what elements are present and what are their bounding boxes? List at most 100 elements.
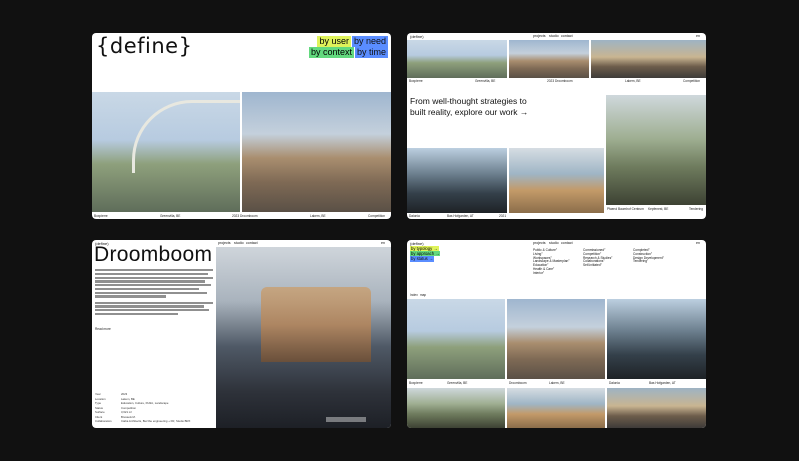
read-more-link[interactable]: Read more	[95, 327, 111, 331]
meta-key: Collaborators	[95, 419, 112, 423]
project-description	[95, 269, 213, 317]
tag-by-time[interactable]: by time	[354, 47, 388, 58]
project-image-boxpierre[interactable]	[407, 299, 505, 379]
text-line	[95, 276, 213, 279]
typology-filter-list: Public & Culture° Living° Workspaces° La…	[533, 248, 570, 276]
filter-option[interactable]: Interior°	[533, 271, 570, 276]
caption-project: Boxpierre	[409, 381, 423, 385]
meta-key: Type	[95, 401, 102, 405]
meta-value: Competition	[121, 405, 136, 410]
projects-index-panel: (define) projects studio contact en by t…	[407, 240, 706, 428]
caption-location: Greenvilla, BE	[160, 214, 181, 218]
nav-projects[interactable]: projects	[533, 241, 546, 245]
define-logo[interactable]: {define}	[96, 34, 192, 58]
meta-value: Brussels M.	[121, 414, 136, 419]
meta-row: Collaborators Ciaba Architects, Buzzbe en…	[95, 419, 213, 424]
text-line	[95, 287, 199, 291]
text-line	[95, 284, 211, 287]
nav-studio[interactable]: studio	[234, 241, 244, 245]
project-image[interactable]	[407, 388, 505, 428]
headline-line: From well-thought strategies to	[410, 96, 527, 106]
text-line	[95, 280, 205, 283]
caption-project: 2023 Droomboom	[232, 214, 258, 218]
project-hero-image[interactable]	[216, 247, 391, 428]
project-image-dalonia[interactable]	[407, 148, 507, 213]
text-line	[95, 291, 208, 294]
project-meta-table: Year 2023 Location Lakem, BE Type Education…	[95, 392, 213, 424]
tag-by-context[interactable]: by context	[308, 47, 354, 58]
text-line	[95, 305, 204, 308]
project-image[interactable]	[607, 388, 706, 428]
project-image-dalonia[interactable]	[607, 299, 706, 379]
nav-studio[interactable]: studio	[549, 34, 559, 38]
meta-key: Status	[95, 405, 103, 410]
meta-value: Lakem, BE	[121, 396, 135, 401]
view-index-toggle[interactable]: Index	[410, 293, 418, 297]
project-image-droomboom[interactable]	[242, 92, 391, 212]
filter-by-status[interactable]: by status →	[410, 256, 435, 262]
project-image-droomboom[interactable]	[507, 299, 605, 379]
project-image-roof[interactable]	[509, 148, 604, 213]
language-switch[interactable]: en	[696, 34, 700, 38]
nav-projects[interactable]: projects	[533, 34, 546, 38]
project-detail-panel: (define) projects studio contact en Droo…	[92, 240, 391, 428]
caption-project: Dalonia	[409, 214, 420, 218]
status-filter-list: Completed° Construction° Design Developm…	[633, 248, 664, 264]
caption-location: Greenvilla, BE	[475, 79, 496, 83]
text-line	[95, 309, 210, 312]
meta-key: Client	[95, 414, 103, 419]
caption-year: 2021	[499, 214, 507, 218]
caption-status: Tendering	[689, 207, 703, 211]
meta-key: Year	[95, 392, 101, 396]
caption-project: 2023 Droomboom	[547, 79, 573, 83]
text-line	[95, 301, 213, 304]
filter-tag-cloud: by user by need by context by time	[296, 36, 388, 58]
explore-work-link[interactable]: built reality, explore our work →	[410, 107, 550, 118]
nav-projects[interactable]: projects	[218, 241, 231, 245]
caption-location: Bas Hofgarden, AT	[649, 381, 676, 385]
caption-location: Kepfenest, BE	[648, 207, 669, 211]
view-map-toggle[interactable]: map	[420, 293, 426, 297]
caption-location: Bas Hofgarden, AT	[447, 214, 474, 218]
text-line	[95, 269, 213, 272]
homepage-panel: {define} by user by need by context by tim…	[92, 33, 391, 219]
filter-option[interactable]: Self-initiated°	[583, 263, 612, 268]
work-overview-panel: (define) projects studio contact en Boxp…	[407, 33, 706, 219]
caption-project: Boxpierre	[94, 214, 108, 218]
caption-location: Lakem, BE	[310, 214, 326, 218]
text-line	[95, 272, 209, 275]
nav-studio[interactable]: studio	[549, 241, 559, 245]
canopy-shape	[132, 100, 240, 173]
caption-project: Boxpierre	[409, 79, 423, 83]
meta-key: Surface	[95, 410, 105, 414]
gallery-dots[interactable]	[326, 417, 366, 422]
nav-contact[interactable]: contact	[246, 241, 258, 245]
caption-status: Competition	[683, 79, 701, 83]
project-image-droomboom[interactable]	[509, 40, 589, 78]
project-title: Droomboom	[94, 243, 213, 266]
project-image[interactable]	[507, 388, 605, 428]
meta-value: 2023	[121, 392, 128, 396]
project-image-boxpierre[interactable]	[92, 92, 240, 212]
meta-key: Location	[95, 396, 106, 401]
caption-project: Dalonia	[609, 381, 620, 385]
tag-by-need[interactable]: by need	[351, 36, 388, 47]
project-image-boxpierre[interactable]	[407, 40, 507, 78]
nav-contact[interactable]: contact	[561, 241, 573, 245]
project-image-pfaend[interactable]	[606, 95, 706, 205]
facade-shape	[261, 287, 371, 362]
project-image[interactable]	[591, 40, 706, 78]
meta-value: Education, Culture, Public, Landscape	[121, 401, 169, 405]
filter-option[interactable]: Tendering°	[633, 260, 664, 264]
caption-location: Greenvilla, BE	[447, 381, 468, 385]
caption-location: Lakem, BE	[625, 79, 641, 83]
caption-location: Lakem, BE	[549, 381, 565, 385]
language-switch[interactable]: en	[381, 241, 385, 245]
tag-by-user[interactable]: by user	[317, 36, 351, 47]
nav-contact[interactable]: contact	[561, 34, 573, 38]
approach-filter-list: Commissioned° Competition° Research & St…	[583, 248, 612, 268]
language-switch[interactable]: en	[696, 241, 700, 245]
text-line	[95, 295, 166, 298]
define-logo[interactable]: (define)	[410, 34, 424, 39]
meta-value: 3,621 m²	[121, 410, 133, 414]
